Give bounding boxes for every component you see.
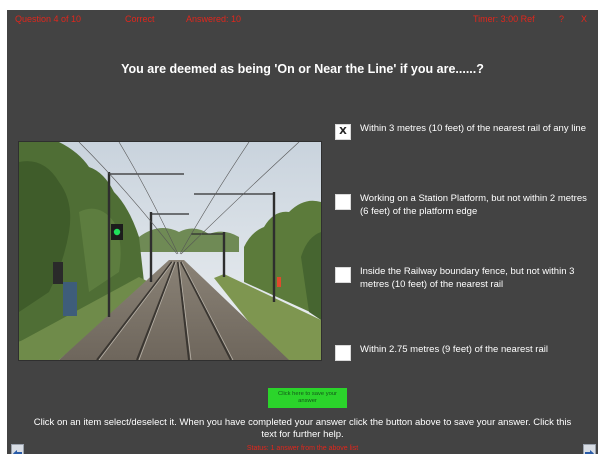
answer-checkbox-3[interactable]	[335, 267, 351, 283]
quiz-panel: Question 4 of 10 Correct Answered: 10 Ti…	[7, 10, 598, 454]
answer-checkbox-1[interactable]: X	[335, 124, 351, 140]
footer-status: Status: 1 answer from the above list	[246, 445, 359, 452]
answer-option-1[interactable]: X Within 3 metres (10 feet) of the neare…	[335, 123, 595, 140]
answer-label-3[interactable]: Inside the Railway boundary fence, but n…	[360, 266, 595, 291]
answer-option-4[interactable]: Within 2.75 metres (9 feet) of the neare…	[335, 344, 595, 361]
answer-option-2[interactable]: Working on a Station Platform, but not w…	[335, 193, 595, 218]
next-button[interactable]	[583, 444, 596, 454]
arrow-right-icon	[585, 450, 594, 454]
answered-count: Answered: 10	[186, 14, 242, 24]
railway-photo	[18, 141, 322, 361]
answer-label-1[interactable]: Within 3 metres (10 feet) of the nearest…	[360, 123, 586, 136]
previous-button[interactable]	[11, 444, 24, 454]
save-answer-button[interactable]: Click here to save your answer	[268, 388, 347, 408]
arrow-left-icon	[13, 450, 22, 454]
instructions-text[interactable]: Click on an item select/deselect it. Whe…	[25, 417, 580, 441]
page: Question 4 of 10 Correct Answered: 10 Ti…	[0, 0, 605, 455]
question-text: You are deemed as being 'On or Near the …	[121, 62, 484, 76]
timer-readout: Timer: 3:00 Ref	[473, 14, 535, 24]
answer-checkbox-4[interactable]	[335, 345, 351, 361]
answer-checkbox-2[interactable]	[335, 194, 351, 210]
answer-option-3[interactable]: Inside the Railway boundary fence, but n…	[335, 266, 595, 291]
question-counter: Question 4 of 10	[15, 14, 82, 24]
help-link[interactable]: ?	[559, 10, 564, 28]
answer-label-2[interactable]: Working on a Station Platform, but not w…	[360, 193, 595, 218]
correct-count: Correct	[125, 14, 155, 24]
answer-label-4[interactable]: Within 2.75 metres (9 feet) of the neare…	[360, 344, 548, 357]
status-bar: Question 4 of 10 Correct Answered: 10 Ti…	[7, 10, 598, 28]
close-link[interactable]: X	[581, 10, 587, 28]
